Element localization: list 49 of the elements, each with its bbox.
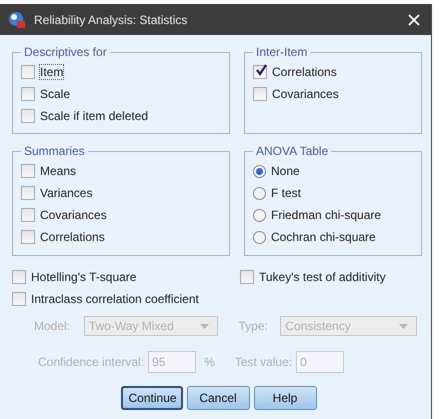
checkbox[interactable]: [21, 65, 35, 79]
checkbox-label[interactable]: Intraclass correlation coefficient: [31, 292, 199, 306]
checkbox[interactable]: [253, 65, 267, 79]
checkbox[interactable]: [21, 87, 35, 101]
field-label: Type:: [238, 319, 269, 333]
radio-label[interactable]: Cochran chi-square: [271, 230, 376, 244]
window-title: Reliability Analysis: Statistics: [34, 12, 188, 26]
checkbox[interactable]: [253, 87, 267, 101]
checkbox[interactable]: [21, 208, 35, 222]
checkbox[interactable]: [12, 292, 26, 306]
caret-icon: [200, 324, 210, 328]
checkbox[interactable]: [21, 186, 35, 200]
dialog-button[interactable]: Help: [254, 386, 316, 410]
checkbox-label[interactable]: Correlations: [40, 230, 105, 244]
checkbox-label[interactable]: Correlations: [272, 65, 337, 79]
radio-label[interactable]: F test: [271, 186, 302, 200]
radio-button[interactable]: [253, 230, 266, 244]
checkbox-label[interactable]: Scale: [40, 87, 70, 101]
checkbox-label[interactable]: Variances: [40, 186, 92, 200]
checkbox-label[interactable]: Scale if item deleted: [40, 109, 148, 123]
caret-icon: [399, 324, 408, 328]
radio-button[interactable]: [253, 164, 266, 178]
checkbox-label[interactable]: Covariances: [272, 87, 339, 101]
radio-button[interactable]: [253, 186, 266, 200]
checkbox-label[interactable]: Item: [40, 65, 64, 79]
unit-label: %: [204, 355, 215, 369]
group-title: ANOVA Table: [255, 144, 330, 158]
group-title: Inter-Item: [255, 45, 308, 59]
dialog-button[interactable]: Cancel: [186, 386, 250, 410]
checkbox[interactable]: [21, 164, 35, 178]
dialog-button[interactable]: Continue: [120, 386, 182, 410]
radio-button[interactable]: [253, 208, 266, 222]
app-icon: [8, 10, 26, 28]
checkbox[interactable]: [21, 109, 35, 123]
checkbox-label[interactable]: Covariances: [40, 208, 107, 222]
checkbox-label[interactable]: Means: [40, 164, 76, 178]
field-label: Test value:: [234, 355, 292, 369]
radio-label[interactable]: Friedman chi-square: [271, 208, 382, 222]
group-title: Descriptives for: [23, 45, 108, 59]
checkbox[interactable]: [12, 270, 26, 284]
checkbox[interactable]: [21, 230, 35, 244]
checkbox-label[interactable]: Hotelling's T-square: [31, 270, 136, 284]
radio-label[interactable]: None: [271, 164, 300, 178]
group-title: Summaries: [23, 144, 86, 158]
field-label: Model:: [34, 319, 72, 333]
checkbox[interactable]: [240, 270, 254, 284]
close-icon[interactable]: [407, 12, 421, 26]
checkbox-label[interactable]: Tukey's test of additivity: [259, 270, 386, 284]
field-label: Confidence interval:: [38, 355, 144, 369]
